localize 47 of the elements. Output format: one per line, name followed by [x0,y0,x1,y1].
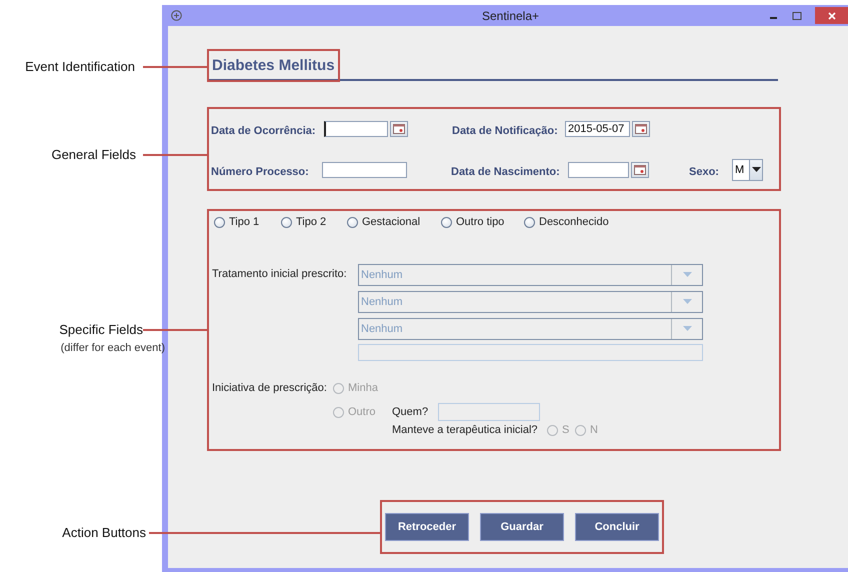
caret-icon [682,299,692,305]
calendar-button[interactable] [390,121,408,137]
date-field[interactable] [324,121,388,137]
close-button[interactable] [815,7,848,24]
text-field[interactable] [358,344,703,361]
annotation-label: Action Buttons [62,525,146,541]
action-button[interactable]: Concluir [575,513,659,541]
annotation-note: (differ for each event) [60,341,165,355]
caret-icon [682,272,692,278]
event-title: Diabetes Mellitus [212,57,335,74]
radio-label[interactable]: Tipo 1 [229,216,260,228]
app-icon [171,10,182,21]
radio-label[interactable]: Outro tipo [456,216,504,228]
field-label: Quem? [392,406,430,418]
field-label: Manteve a terapêutica inicial? [392,424,539,436]
radio-button[interactable] [281,216,292,228]
radio-label[interactable]: Desconhecido [539,216,609,228]
field-label: Iniciativa de prescrição: [212,382,328,394]
radio-button[interactable] [214,216,225,228]
calendar-button[interactable] [632,121,650,137]
field-label: Data de Notificação: [452,124,559,137]
radio-label[interactable]: Tipo 2 [296,216,326,228]
caret-icon [752,167,760,173]
field-label: Número Processo: [211,165,310,178]
date-field[interactable]: 2015-05-07 [565,121,630,137]
annotation-label: General Fields [51,147,136,163]
field-label: Data de Ocorrência: [211,124,317,137]
text-field[interactable] [322,162,407,178]
annotation-label: Specific Fields [59,322,143,338]
field-label: Sexo: [689,165,720,178]
radio-button[interactable] [347,216,358,228]
text-field[interactable] [438,402,540,420]
radio-button[interactable] [441,216,452,228]
field-label: Tratamento inicial prescrito: [211,267,348,282]
annotation-label: Event Identification [25,59,135,75]
date-field[interactable] [568,162,629,178]
caret-icon [682,326,692,332]
radio-label[interactable]: Gestacional [362,216,420,228]
field-label: Data de Nascimento: [451,165,561,178]
close-icon [826,10,836,20]
calendar-button[interactable] [631,162,649,178]
action-button[interactable]: Retroceder [385,513,469,541]
action-button[interactable]: Guardar [480,513,564,541]
maximize-icon[interactable] [792,10,802,20]
radio-button[interactable] [524,216,535,228]
sex-dropdown[interactable]: M [732,159,763,181]
window-title: Sentinela+ [480,8,540,22]
